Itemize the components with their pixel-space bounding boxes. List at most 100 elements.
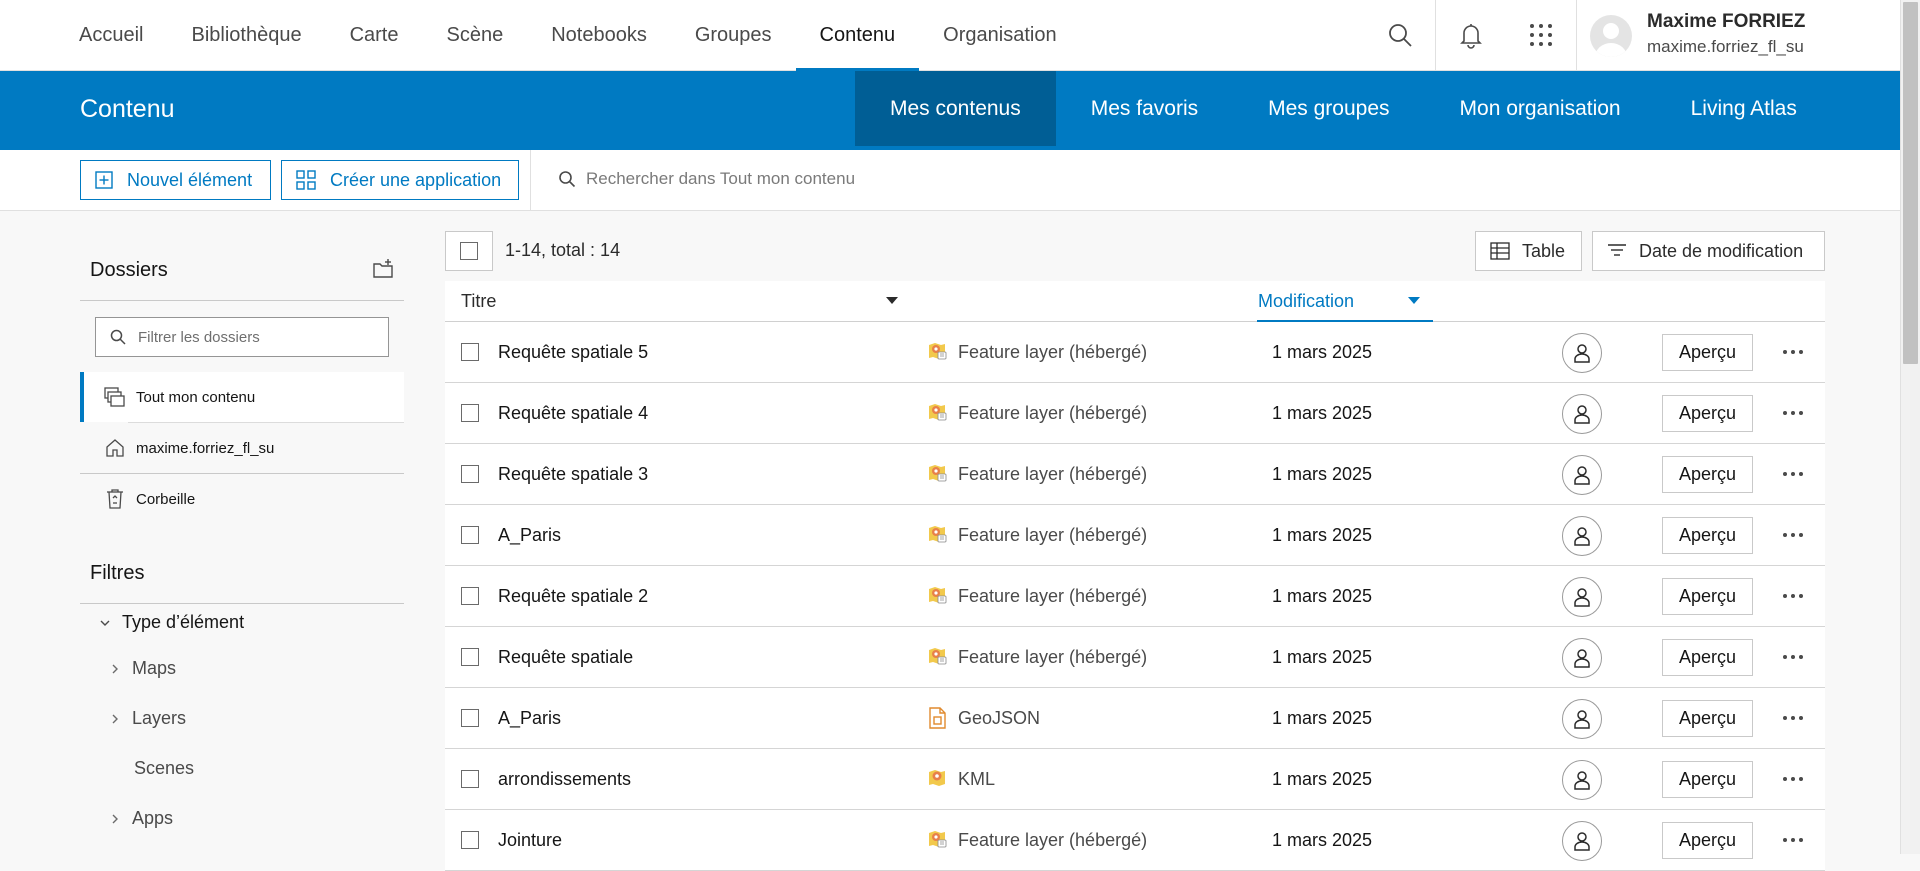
sharing-status-button[interactable] <box>1562 516 1602 556</box>
more-options-icon[interactable] <box>1781 342 1805 362</box>
item-title[interactable]: A_Paris <box>498 708 561 729</box>
item-title[interactable]: Requête spatiale 5 <box>498 342 648 363</box>
preview-button[interactable]: Aperçu <box>1662 639 1753 676</box>
table-row[interactable]: arrondissements KML 1 mars 2025 Aperçu <box>445 749 1825 810</box>
user-name[interactable]: Maxime FORRIEZ <box>1647 11 1805 33</box>
more-options-icon[interactable] <box>1781 769 1805 789</box>
item-title[interactable]: Jointure <box>498 830 562 851</box>
more-options-icon[interactable] <box>1781 647 1805 667</box>
item-title[interactable]: Requête spatiale 4 <box>498 403 648 424</box>
row-checkbox[interactable] <box>461 770 479 788</box>
item-title[interactable]: A_Paris <box>498 525 561 546</box>
preview-button[interactable]: Aperçu <box>1662 517 1753 554</box>
app-launcher-icon[interactable] <box>1527 21 1555 49</box>
preview-button[interactable]: Aperçu <box>1662 822 1753 859</box>
new-item-button[interactable]: Nouvel élément <box>80 160 271 200</box>
preview-button[interactable]: Aperçu <box>1662 456 1753 493</box>
table-row[interactable]: A_Paris GeoJSON 1 mars 2025 Aperçu <box>445 688 1825 749</box>
more-options-icon[interactable] <box>1781 464 1805 484</box>
tab-mes-contenus[interactable]: Mes contenus <box>855 71 1056 146</box>
sharing-status-button[interactable] <box>1562 455 1602 495</box>
table-row[interactable]: Jointure Feature layer (hébergé) 1 mars … <box>445 810 1825 871</box>
search-icon[interactable] <box>1386 21 1414 49</box>
table-row[interactable]: Requête spatiale Feature layer (hébergé)… <box>445 627 1825 688</box>
bell-icon[interactable] <box>1457 21 1485 49</box>
chevron-right-icon <box>112 714 118 723</box>
person-icon <box>1574 405 1590 424</box>
nav-link-bibliotheque[interactable]: Bibliothèque <box>167 0 325 71</box>
facet-scenes[interactable]: Scenes <box>134 758 194 779</box>
row-checkbox[interactable] <box>461 404 479 422</box>
table-row[interactable]: Requête spatiale 5 Feature layer (héberg… <box>445 322 1825 383</box>
scrollbar-thumb[interactable] <box>1903 2 1918 364</box>
results-count: 1-14, total : 14 <box>505 240 621 260</box>
more-options-icon[interactable] <box>1781 586 1805 606</box>
more-options-icon[interactable] <box>1781 403 1805 423</box>
tab-mes-groupes[interactable]: Mes groupes <box>1233 71 1424 146</box>
sharing-status-button[interactable] <box>1562 394 1602 434</box>
tab-mon-organisation[interactable]: Mon organisation <box>1425 71 1656 146</box>
item-title[interactable]: arrondissements <box>498 769 631 790</box>
person-icon <box>1574 771 1590 790</box>
avatar[interactable] <box>1590 15 1632 57</box>
nav-link-scene[interactable]: Scène <box>422 0 527 71</box>
preview-button[interactable]: Aperçu <box>1662 761 1753 798</box>
select-all-checkbox[interactable] <box>460 242 478 260</box>
content-search-input[interactable] <box>586 162 1286 196</box>
sharing-status-button[interactable] <box>1562 821 1602 861</box>
row-checkbox[interactable] <box>461 465 479 483</box>
item-title[interactable]: Requête spatiale 3 <box>498 464 648 485</box>
caret-down-icon[interactable] <box>885 293 899 312</box>
select-all-checkbox-wrapper[interactable] <box>445 231 493 271</box>
table-row[interactable]: A_Paris Feature layer (hébergé) 1 mars 2… <box>445 505 1825 566</box>
sharing-status-button[interactable] <box>1562 638 1602 678</box>
new-folder-icon[interactable] <box>372 258 394 285</box>
folder-corbeille[interactable]: Corbeille <box>80 474 404 524</box>
nav-link-carte[interactable]: Carte <box>326 0 423 71</box>
nav-link-organisation[interactable]: Organisation <box>919 0 1080 71</box>
facet-layers[interactable]: Layers <box>108 708 186 729</box>
sharing-status-button[interactable] <box>1562 699 1602 739</box>
nav-link-notebooks[interactable]: Notebooks <box>527 0 671 71</box>
folder-home[interactable]: maxime.forriez_fl_su <box>80 423 404 473</box>
sharing-status-button[interactable] <box>1562 577 1602 617</box>
more-options-icon[interactable] <box>1781 708 1805 728</box>
table-row[interactable]: Requête spatiale 3 Feature layer (héberg… <box>445 444 1825 505</box>
nav-link-contenu[interactable]: Contenu <box>795 0 920 71</box>
facet-maps[interactable]: Maps <box>108 658 176 679</box>
row-checkbox[interactable] <box>461 648 479 666</box>
preview-button[interactable]: Aperçu <box>1662 700 1753 737</box>
row-checkbox[interactable] <box>461 709 479 727</box>
row-checkbox[interactable] <box>461 526 479 544</box>
folder-tout-mon-contenu[interactable]: Tout mon contenu <box>80 372 404 422</box>
column-modified[interactable]: Modification <box>1257 281 1433 322</box>
facet-group-type[interactable]: Type d’élément <box>98 612 244 633</box>
nav-link-groupes[interactable]: Groupes <box>671 0 796 71</box>
item-title[interactable]: Requête spatiale <box>498 647 633 668</box>
column-title[interactable]: Titre <box>461 291 496 312</box>
row-checkbox[interactable] <box>461 831 479 849</box>
create-app-button[interactable]: Créer une application <box>281 160 519 200</box>
sharing-status-button[interactable] <box>1562 760 1602 800</box>
more-options-icon[interactable] <box>1781 830 1805 850</box>
tab-living-atlas[interactable]: Living Atlas <box>1656 71 1832 146</box>
table-row[interactable]: Requête spatiale 4 Feature layer (héberg… <box>445 383 1825 444</box>
facet-apps[interactable]: Apps <box>108 808 173 829</box>
table-row[interactable]: Requête spatiale 2 Feature layer (héberg… <box>445 566 1825 627</box>
sharing-status-button[interactable] <box>1562 333 1602 373</box>
filter-folders-field[interactable] <box>95 317 389 357</box>
tab-mes-favoris[interactable]: Mes favoris <box>1056 71 1233 146</box>
row-checkbox[interactable] <box>461 587 479 605</box>
feature-layer-icon <box>927 341 947 366</box>
more-options-icon[interactable] <box>1781 525 1805 545</box>
filter-folders-input[interactable] <box>138 328 368 346</box>
preview-button[interactable]: Aperçu <box>1662 578 1753 615</box>
page-scrollbar[interactable] <box>1900 0 1920 854</box>
sort-button[interactable]: Date de modification <box>1592 231 1825 271</box>
preview-button[interactable]: Aperçu <box>1662 334 1753 371</box>
nav-link-accueil[interactable]: Accueil <box>55 0 167 71</box>
view-table-button[interactable]: Table <box>1475 231 1582 271</box>
row-checkbox[interactable] <box>461 343 479 361</box>
item-title[interactable]: Requête spatiale 2 <box>498 586 648 607</box>
preview-button[interactable]: Aperçu <box>1662 395 1753 432</box>
